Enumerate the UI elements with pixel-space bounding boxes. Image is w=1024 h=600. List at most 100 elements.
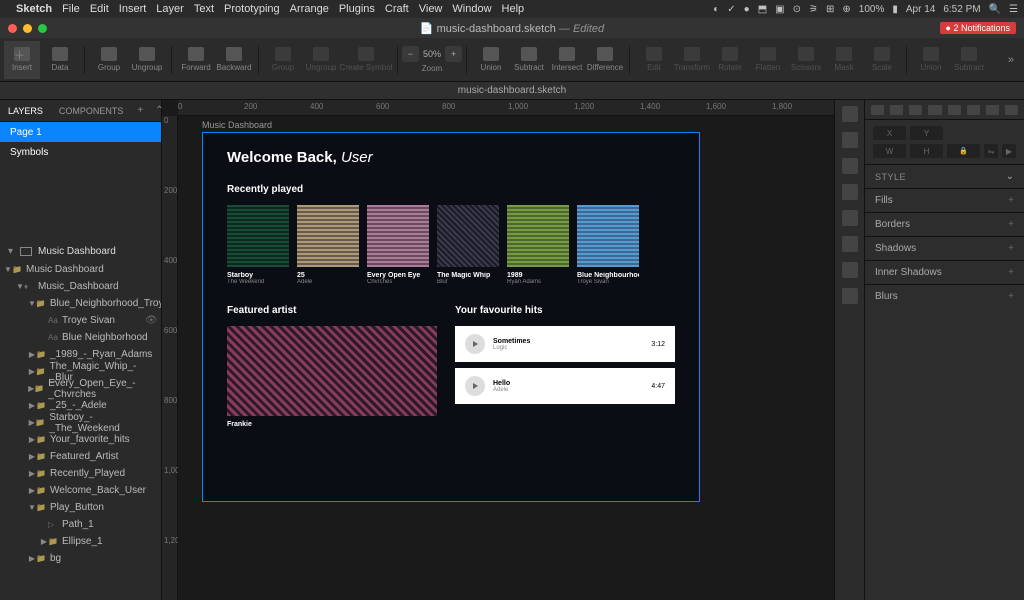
scale-button[interactable]: Scale [864, 41, 900, 79]
visibility-icon[interactable]: 👁 [145, 315, 155, 326]
flip-h-icon[interactable]: ⇋ [984, 144, 998, 158]
borders-section[interactable]: Borders+ [865, 212, 1024, 236]
menu-insert[interactable]: Insert [119, 3, 147, 15]
inner-shadows-section[interactable]: Inner Shadows+ [865, 260, 1024, 284]
date[interactable]: Apr 14 [906, 4, 935, 15]
rotate-button[interactable]: Rotate [712, 41, 748, 79]
flip-v-icon[interactable]: ▶ [1002, 144, 1016, 158]
add-fill-button[interactable]: + [1008, 195, 1014, 206]
align-bottom-icon[interactable] [967, 105, 980, 115]
status-icon[interactable]: ● [744, 4, 750, 15]
layer-row[interactable]: ▼📁Music Dashboard [0, 261, 161, 278]
difference-button[interactable]: Difference [587, 41, 623, 79]
w-field[interactable]: W [873, 144, 906, 158]
zoom-control[interactable]: −50%+Zoom [404, 41, 460, 79]
menu-text[interactable]: Text [194, 3, 214, 15]
lock-aspect-icon[interactable]: 🔒 [947, 144, 980, 158]
h-field[interactable]: H [910, 144, 943, 158]
menu-file[interactable]: File [62, 3, 80, 15]
layer-row[interactable]: ▶📁Your_favorite_hits [0, 431, 161, 448]
blurs-section[interactable]: Blurs+ [865, 284, 1024, 308]
align-left-icon[interactable] [871, 105, 884, 115]
scissors-button[interactable]: Scissors [788, 41, 824, 79]
export-icon[interactable] [842, 132, 858, 148]
app-name[interactable]: Sketch [16, 3, 52, 15]
artboard-name[interactable]: Music Dashboard [202, 120, 272, 130]
album-card[interactable]: 25Adele [297, 205, 359, 285]
album-card[interactable]: 1989Ryan Adams [507, 205, 569, 285]
shadows-section[interactable]: Shadows+ [865, 236, 1024, 260]
status-icon[interactable]: ⊞ [826, 4, 834, 15]
album-card[interactable]: Every Open EyeChvrches [367, 205, 429, 285]
layer-row[interactable]: ▼📁Blue_Neighborhood_Troye_... [0, 295, 161, 312]
status-icon[interactable]: ⊙ [793, 4, 801, 15]
fills-section[interactable]: Fills+ [865, 188, 1024, 212]
time[interactable]: 6:52 PM [943, 4, 980, 15]
menu-craft[interactable]: Craft [385, 3, 409, 15]
layer-row[interactable]: ▶📁Every_Open_Eye_-_Chvrches [0, 380, 161, 397]
layer-row[interactable]: AaBlue Neighborhood [0, 329, 161, 346]
x-field[interactable]: X [873, 126, 906, 140]
menu-plugins[interactable]: Plugins [339, 3, 375, 15]
create-symbol-button[interactable]: Create Symbol [341, 41, 391, 79]
add-blur-button[interactable]: + [1008, 291, 1014, 302]
union-button[interactable]: Union [473, 41, 509, 79]
layer-row[interactable]: ▼📁Play_Button [0, 499, 161, 516]
menu-prototyping[interactable]: Prototyping [224, 3, 280, 15]
transform-button[interactable]: Transform [674, 41, 710, 79]
play-button[interactable] [465, 376, 485, 396]
layer-row[interactable]: AaTroye Sivan👁 [0, 312, 161, 329]
data-button[interactable]: Data [42, 41, 78, 79]
layer-row[interactable]: ▶📁Welcome_Back_User [0, 482, 161, 499]
status-icon[interactable]: ◐ [713, 4, 719, 15]
components-tab[interactable]: COMPONENTS [51, 106, 132, 116]
ungroup-button[interactable]: Ungroup [129, 41, 165, 79]
layout-icon[interactable] [842, 236, 858, 252]
artboard[interactable]: Welcome Back, User Recently played Starb… [202, 132, 700, 502]
hit-row[interactable]: SometimesLogic3:12 [455, 326, 675, 362]
flatten-button[interactable]: Flatten [750, 41, 786, 79]
document-tab[interactable]: music-dashboard.sketch [0, 82, 1024, 100]
notifications-icon[interactable]: ☰ [1009, 4, 1018, 15]
subtract-button[interactable]: Subtract [511, 41, 547, 79]
status-icon[interactable]: ⊕ [842, 4, 850, 15]
lightning-icon[interactable] [842, 158, 858, 174]
union2-button[interactable]: Union [913, 41, 949, 79]
add-page-button[interactable]: + [131, 105, 149, 116]
group2-button[interactable]: Group [265, 41, 301, 79]
status-icon[interactable]: ⬒ [758, 4, 767, 15]
gear-icon[interactable] [842, 184, 858, 200]
artboard-header[interactable]: ▾Music Dashboard [0, 242, 161, 261]
align-center-icon[interactable] [890, 105, 903, 115]
add-inner-shadow-button[interactable]: + [1008, 267, 1014, 278]
layer-row[interactable]: ▶📁Ellipse_1 [0, 533, 161, 550]
layer-row[interactable]: ▶📁Featured_Artist [0, 448, 161, 465]
add-border-button[interactable]: + [1008, 219, 1014, 230]
page-row[interactable]: Page 1 [0, 122, 161, 142]
search-icon[interactable]: 🔍 [989, 4, 1001, 15]
album-card[interactable]: StarboyThe Weekend [227, 205, 289, 285]
wifi-icon[interactable]: ⚞ [809, 4, 818, 15]
chevron-down-icon[interactable]: ⌄ [1006, 171, 1014, 182]
edit-button[interactable]: Edit [636, 41, 672, 79]
status-icon[interactable]: ▣ [775, 4, 784, 15]
battery-icon[interactable]: ▮ [892, 4, 898, 15]
page-row[interactable]: Symbols [0, 142, 161, 162]
menu-arrange[interactable]: Arrange [290, 3, 329, 15]
distribute-v-icon[interactable] [1005, 105, 1018, 115]
align-middle-icon[interactable] [948, 105, 961, 115]
menu-help[interactable]: Help [502, 3, 525, 15]
align-top-icon[interactable] [928, 105, 941, 115]
layers-tab[interactable]: LAYERS [0, 106, 51, 116]
layer-row[interactable]: ▶📁Starboy_-_The_Weekend [0, 414, 161, 431]
ungroup2-button[interactable]: Ungroup [303, 41, 339, 79]
menu-view[interactable]: View [419, 3, 443, 15]
layer-row[interactable]: ▶📁bg [0, 550, 161, 567]
menu-edit[interactable]: Edit [90, 3, 109, 15]
forward-button[interactable]: Forward [178, 41, 214, 79]
layer-row[interactable]: ▼♦Music_Dashboard [0, 278, 161, 295]
intersect-button[interactable]: Intersect [549, 41, 585, 79]
ruler-icon[interactable] [842, 262, 858, 278]
hit-row[interactable]: HelloAdele4:47 [455, 368, 675, 404]
grid-icon[interactable] [842, 210, 858, 226]
